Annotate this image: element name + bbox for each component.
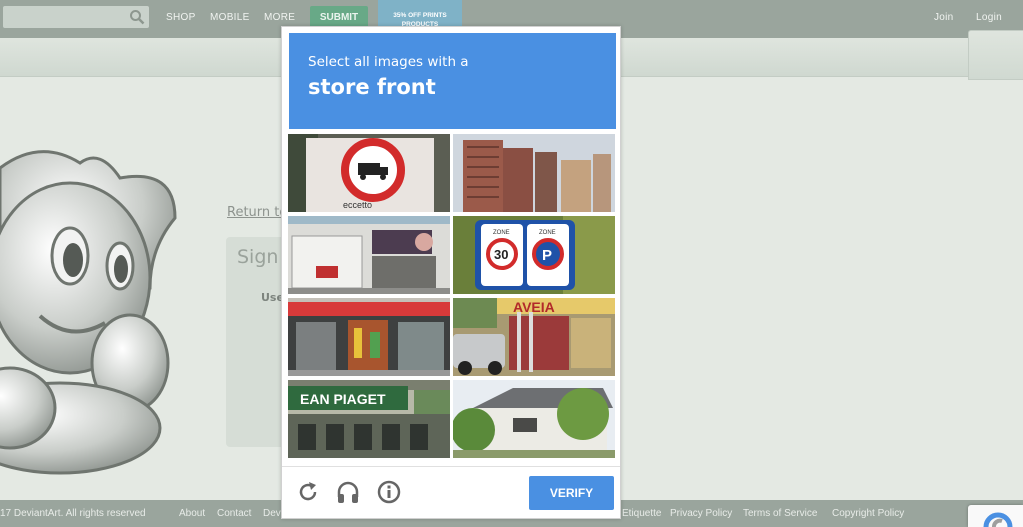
tile-image-green-sign-building: EAN PIAGET [288,380,450,458]
captcha-tile-8[interactable] [453,380,615,458]
login-link[interactable]: Login [976,12,1002,23]
captcha-tile-6[interactable]: AVEIA [453,298,615,376]
footer-link-contact[interactable]: Contact [217,508,251,519]
return-link[interactable]: Return to [227,205,287,220]
tile-image-no-trucks-sign: eccetto [288,134,450,212]
copyright-text: 17 DeviantArt. All rights reserved [0,508,146,519]
nav-shop-link[interactable]: SHOP [166,12,196,23]
captcha-tile-5[interactable] [288,298,450,376]
tile-image-shop-billboard [288,216,450,294]
tile-1-sign-text: eccetto [343,200,372,210]
tile-image-apartment-towers [453,134,615,212]
captcha-target-object: store front [308,75,436,99]
tile-4-parking-letter: P [542,247,552,264]
footer-link-terms[interactable]: Terms of Service [743,508,817,519]
search-input[interactable] [3,6,149,28]
headphones-icon[interactable] [335,479,361,505]
captcha-footer: VERIFY [282,466,620,519]
footer-link-etiquette[interactable]: Etiquette [622,508,661,519]
tile-4-zone-label-1: ZONE [493,230,510,236]
captcha-header: Select all images with a store front [289,33,616,129]
footer-link-copyright-policy[interactable]: Copyright Policy [832,508,904,519]
captcha-tile-3[interactable] [288,216,450,294]
join-link[interactable]: Join [934,12,954,23]
captcha-tile-4[interactable]: ZONE ZONE 30 P [453,216,615,294]
captcha-tile-2[interactable] [453,134,615,212]
search-icon[interactable] [129,9,145,25]
nav-mobile-link[interactable]: MOBILE [210,12,250,23]
verify-button[interactable]: VERIFY [529,476,614,510]
tile-7-sign-text: EAN PIAGET [300,391,386,407]
tile-image-shop-truck: AVEIA [453,298,615,376]
captcha-instruction: Select all images with a [308,54,469,70]
reload-icon[interactable] [295,479,321,505]
tile-4-speed-limit: 30 [494,247,508,262]
tile-4-zone-label-2: ZONE [539,230,556,236]
mascot-illustration [0,150,177,475]
recaptcha-logo-icon [983,512,1013,527]
tile-image-zone-signs: ZONE ZONE 30 P [453,216,615,294]
footer-link-about[interactable]: About [179,508,205,519]
captcha-tile-1[interactable]: eccetto [288,134,450,212]
tile-image-house-trees [453,380,615,458]
footer-link-dev[interactable]: Dev [263,508,281,519]
info-icon[interactable] [376,479,402,505]
captcha-tile-7[interactable]: EAN PIAGET [288,380,450,458]
footer-link-privacy[interactable]: Privacy Policy [670,508,732,519]
sub-nav-tab [968,30,1023,80]
captcha-challenge-dialog: Select all images with a store front ecc… [281,26,621,519]
tile-image-colorful-store [288,298,450,376]
recaptcha-badge[interactable] [968,505,1023,527]
nav-more-link[interactable]: MORE [264,12,295,23]
promo-line-1: 35% OFF PRINTS [393,12,447,19]
